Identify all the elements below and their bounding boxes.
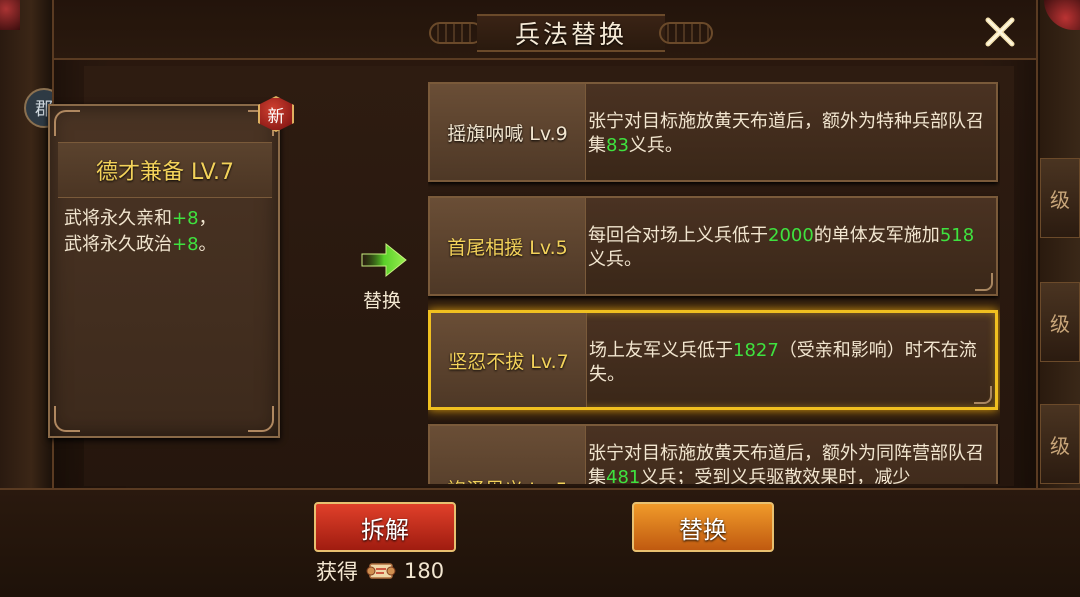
desc-text: 义兵。 bbox=[588, 249, 642, 270]
skill-option[interactable]: 摇旗呐喊 Lv.9 张宁对目标施放黄天布道后，额外为特种兵部队召集83义兵。 bbox=[428, 82, 998, 182]
dismantle-button[interactable]: 拆解 bbox=[314, 502, 456, 552]
background-level-label: 级 bbox=[1050, 311, 1070, 336]
background-level-button: 级 bbox=[1040, 158, 1080, 238]
skill-line-suffix: ， bbox=[198, 208, 217, 229]
current-skill-line: 武将永久政治+8。 bbox=[64, 232, 269, 258]
replace-button[interactable]: 替换 bbox=[632, 502, 774, 552]
option-corner-ornament bbox=[975, 273, 993, 291]
skill-option-name-cell: 袍泽恩义 Lv.5 bbox=[430, 426, 586, 484]
current-skill-name: 德才兼备 LV.7 bbox=[95, 160, 235, 185]
skill-option[interactable]: 首尾相援 Lv.5 每回合对场上义兵低于2000的单体友军施加518 义兵。 bbox=[428, 196, 998, 296]
background-level-label: 级 bbox=[1050, 187, 1070, 212]
background-level-button: 级 bbox=[1040, 404, 1080, 484]
title-center: 兵法替换 bbox=[477, 14, 665, 52]
skill-option-description: 每回合对场上义兵低于2000的单体友军施加518 义兵。 bbox=[588, 224, 990, 272]
arrow-right-icon bbox=[361, 242, 407, 278]
dialog-title: 兵法替换 bbox=[514, 20, 627, 49]
skill-option-name-cell: 首尾相援 Lv.5 bbox=[430, 198, 586, 294]
skill-option-list[interactable]: 摇旗呐喊 Lv.9 张宁对目标施放黄天布道后，额外为特种兵部队召集83义兵。 首… bbox=[428, 82, 1000, 484]
skill-option-name-cell: 坚忍不拔 Lv.7 bbox=[431, 313, 587, 407]
skill-line-bonus: +8 bbox=[172, 234, 199, 255]
current-skill-line: 武将永久亲和+8， bbox=[64, 206, 269, 232]
skill-option-name: 首尾相援 Lv.5 bbox=[447, 236, 568, 259]
corner-ornament bbox=[248, 406, 274, 432]
skill-line-text: 武将永久亲和 bbox=[64, 208, 172, 229]
skill-option-name: 摇旗呐喊 Lv.9 bbox=[447, 122, 568, 145]
skill-option-name: 坚忍不拔 Lv.7 bbox=[448, 350, 569, 373]
background-level-label: 级 bbox=[1050, 433, 1070, 458]
desc-text: 场上友军义兵低于 bbox=[589, 340, 733, 361]
desc-text: 的单体友军施加 bbox=[813, 225, 940, 246]
desc-number: 1827 bbox=[733, 340, 779, 361]
reward-info: 获得 180 bbox=[316, 556, 444, 586]
replace-arrow: 替换 bbox=[354, 240, 414, 320]
desc-number: 518 bbox=[939, 225, 975, 246]
bottom-action-bar bbox=[0, 488, 1080, 597]
skill-line-suffix: 。 bbox=[198, 234, 217, 255]
corner-ornament bbox=[54, 406, 80, 432]
desc-number: 83 bbox=[606, 135, 629, 156]
close-button[interactable] bbox=[980, 12, 1020, 52]
close-icon bbox=[985, 17, 1015, 47]
current-skill-card: 德才兼备 LV.7 武将永久亲和+8， 武将永久政治+8。 bbox=[48, 104, 280, 438]
skill-option[interactable]: 袍泽恩义 Lv.5 张宁对目标施放黄天布道后，额外为同阵营部队召集481义兵；受… bbox=[428, 424, 998, 484]
desc-number: 481 bbox=[606, 467, 641, 484]
background-red-ornament bbox=[0, 0, 20, 30]
skill-line-text: 武将永久政治 bbox=[64, 234, 172, 255]
option-corner-ornament bbox=[974, 386, 992, 404]
desc-text: 义兵；受到义兵驱散效果时，减少 bbox=[640, 467, 911, 484]
reward-amount: 180 bbox=[404, 559, 445, 583]
desc-text: 每回合对场上义兵低于 bbox=[588, 225, 768, 246]
title-ornament-left bbox=[429, 22, 483, 44]
skill-line-bonus: +8 bbox=[172, 208, 199, 229]
title-plate: 兵法替换 bbox=[429, 12, 713, 54]
new-badge-label: 新 bbox=[267, 106, 285, 127]
corner-ornament bbox=[54, 110, 80, 136]
title-ornament-right bbox=[659, 22, 713, 44]
skill-option-description: 张宁对目标施放黄天布道后，额外为同阵营部队召集481义兵；受到义兵驱散效果时，减… bbox=[588, 442, 990, 484]
current-skill-description: 武将永久亲和+8， 武将永久政治+8。 bbox=[64, 206, 269, 258]
skill-option-description: 张宁对目标施放黄天布道后，额外为特种兵部队召集83义兵。 bbox=[588, 110, 990, 158]
scroll-icon bbox=[366, 563, 396, 579]
background-level-button: 级 bbox=[1040, 282, 1080, 362]
current-skill-title-strip: 德才兼备 LV.7 bbox=[58, 142, 272, 198]
desc-number: 2000 bbox=[768, 225, 814, 246]
replace-arrow-label: 替换 bbox=[362, 290, 401, 312]
skill-option-name: 袍泽恩义 Lv.5 bbox=[447, 475, 568, 485]
desc-text: 义兵。 bbox=[628, 135, 683, 156]
skill-option-description: 场上友军义兵低于1827（受亲和影响）时不在流失。 bbox=[589, 339, 991, 387]
reward-label: 获得 bbox=[316, 560, 358, 584]
skill-option-name-cell: 摇旗呐喊 Lv.9 bbox=[430, 84, 586, 180]
skill-option-selected[interactable]: 坚忍不拔 Lv.7 场上友军义兵低于1827（受亲和影响）时不在流失。 bbox=[428, 310, 998, 410]
